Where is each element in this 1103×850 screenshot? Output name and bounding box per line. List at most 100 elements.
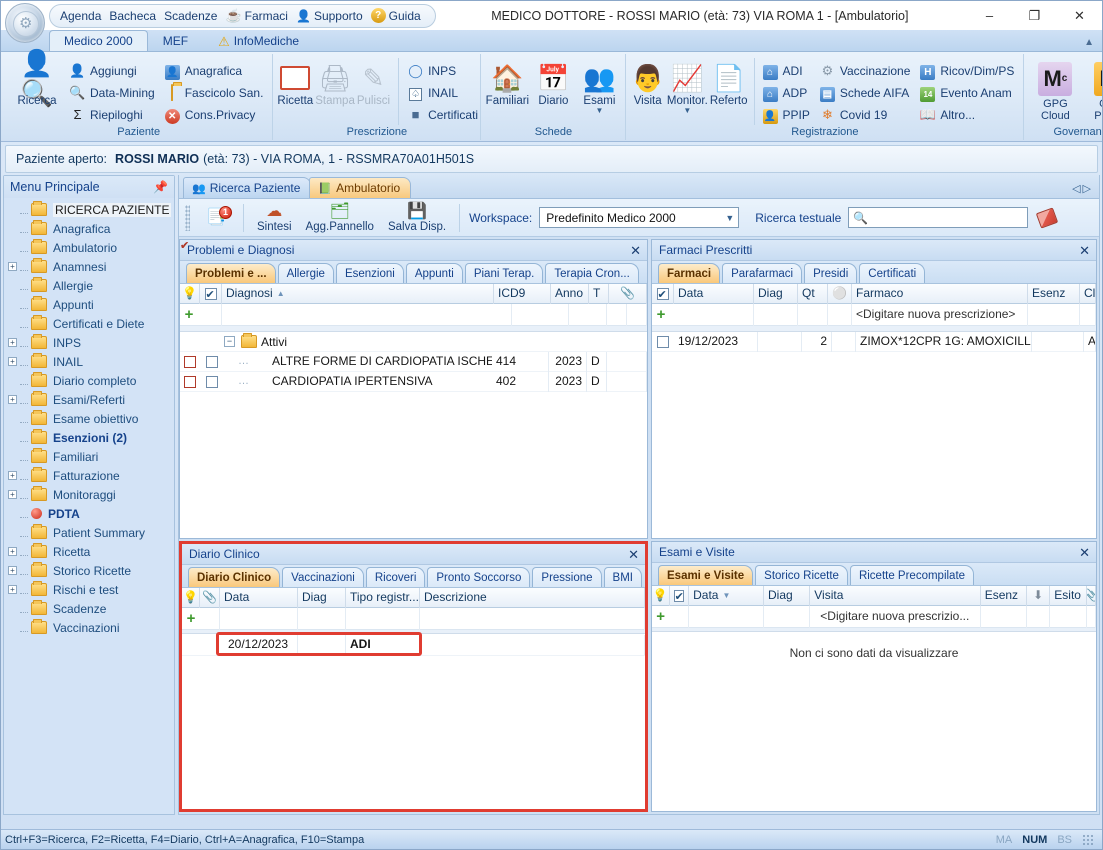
ribbon-button-schedeaifa[interactable]: ▤ Schede AIFA: [817, 82, 916, 103]
ftab-farmaci[interactable]: Farmaci: [658, 263, 721, 283]
minimize-button[interactable]: –: [967, 1, 1012, 30]
tab-ricerca-paziente[interactable]: 👥 Ricerca Paziente: [183, 177, 312, 198]
ribbon-button-consprivacy[interactable]: ✕ Cons.Privacy: [162, 104, 269, 125]
dtab-pronto-soccorso[interactable]: Pronto Soccorso: [427, 567, 531, 587]
add-row-icon[interactable]: +: [652, 307, 670, 322]
ribbon-button-altro[interactable]: 📖 Altro...: [917, 104, 1019, 125]
ptab-problemi[interactable]: Problemi e ...: [186, 263, 276, 283]
col-checkall[interactable]: [200, 283, 222, 304]
expand-toggle-icon[interactable]: +: [8, 262, 17, 271]
ptab-piani-terap[interactable]: Piani Terap.: [464, 263, 544, 283]
col-anno[interactable]: Anno: [551, 283, 589, 304]
chevron-down-icon[interactable]: ▼: [683, 107, 691, 115]
ptab-appunti[interactable]: Appunti: [405, 263, 463, 283]
sidebar-item-certificati-e-diete[interactable]: Certificati e Diete: [4, 314, 174, 333]
col-tipo-registr[interactable]: Tipo registr...: [346, 587, 420, 608]
sidebar-item-monitoraggi[interactable]: + Monitoraggi: [4, 485, 174, 504]
sidebar-item-inail[interactable]: + INAIL: [4, 352, 174, 371]
expand-toggle-icon[interactable]: +: [8, 338, 17, 347]
ribbon-tab-mef[interactable]: MEF: [148, 30, 203, 51]
ribbon-button-certificati[interactable]: ■ Certificati: [405, 104, 483, 125]
col-pill[interactable]: ⚪: [828, 283, 852, 304]
dtab-bmi[interactable]: BMI: [603, 567, 642, 587]
ptab-allergie[interactable]: Allergie: [277, 263, 334, 283]
group-collapse-toggle[interactable]: −: [224, 336, 235, 347]
expand-toggle-icon[interactable]: +: [8, 490, 17, 499]
col-diag[interactable]: Diag: [298, 587, 346, 608]
ribbon-button-anagrafica[interactable]: 👤 Anagrafica: [162, 60, 269, 81]
sidebar-item-rischi-e-test[interactable]: + Rischi e test: [4, 580, 174, 599]
ribbon-button-referto[interactable]: 📄 Referto: [710, 58, 748, 107]
search-box[interactable]: 🔍: [848, 207, 1029, 228]
workspace-select[interactable]: Predefinito Medico 2000 ▼: [539, 207, 740, 228]
ribbon-button-diario[interactable]: 📅 Diario: [531, 58, 575, 107]
sidebar-item-inps[interactable]: + INPS: [4, 333, 174, 352]
flag-checkbox[interactable]: [184, 375, 196, 388]
ribbon-button-gpg-patient[interactable]: Mc GPG Patient: [1084, 62, 1102, 122]
expand-toggle-icon[interactable]: +: [8, 547, 17, 556]
ptab-terapia-cron[interactable]: Terapia Cron...: [545, 263, 639, 283]
esami-new-row[interactable]: + <Digitare nuova prescrizio...: [652, 605, 1096, 628]
ribbon-button-adi[interactable]: ⌂ ADI: [760, 60, 815, 81]
tab-scroll-buttons[interactable]: ◁▷: [1072, 182, 1093, 195]
expand-toggle-icon[interactable]: +: [8, 585, 17, 594]
close-button[interactable]: ✕: [1057, 1, 1102, 30]
sidebar-item-pdta[interactable]: PDTA: [4, 504, 174, 523]
qat-farmaci[interactable]: ☕ Farmaci: [225, 8, 288, 24]
col-esenz[interactable]: Esenz: [1028, 283, 1080, 304]
etab-storico-ricette[interactable]: Storico Ricette: [755, 565, 848, 585]
farmaci-new-placeholder[interactable]: <Digitare nuova prescrizione>: [852, 303, 1028, 326]
table-row[interactable]: …ALTRE FORME DI CARDIOPATIA ISCHEMICA...…: [180, 351, 647, 372]
sidebar-item-anagrafica[interactable]: Anagrafica: [4, 219, 174, 238]
sidebar-item-allergie[interactable]: Allergie: [4, 276, 174, 295]
toolbar-grip[interactable]: [185, 204, 190, 231]
ribbon-button-covid19[interactable]: ❄ Covid 19: [817, 104, 916, 125]
ribbon-button-ppip[interactable]: 👤 PPIP: [760, 104, 815, 125]
sidebar-item-scadenze[interactable]: Scadenze: [4, 599, 174, 618]
col-bulb[interactable]: 💡: [652, 585, 670, 606]
close-icon[interactable]: ✕: [1079, 244, 1090, 257]
app-menu-orb[interactable]: ⚙: [5, 3, 45, 43]
ribbon-collapse-icon[interactable]: ▲: [1084, 37, 1094, 48]
resize-grip[interactable]: [1082, 833, 1094, 846]
sintesi-button[interactable]: ☁ Sintesi: [251, 200, 298, 236]
row-checkbox[interactable]: [657, 335, 669, 348]
col-diag[interactable]: Diag: [754, 283, 798, 304]
col-download[interactable]: ⬇: [1027, 585, 1051, 606]
col-diagnosi[interactable]: Diagnosi ▲: [222, 283, 494, 304]
table-row[interactable]: 19/12/2023 2 ZIMOX*12CPR 1G: AMOXICILL... A: [652, 331, 1096, 352]
ribbon-button-inail[interactable]: ♤ INAIL: [405, 82, 483, 103]
col-t[interactable]: T: [589, 283, 609, 304]
close-icon[interactable]: ✕: [628, 548, 639, 561]
ribbon-button-ricovdimps[interactable]: H Ricov/Dim/PS: [917, 60, 1019, 81]
agg-pannello-button[interactable]: 🗂 Agg.Pannello: [300, 200, 380, 236]
add-row-icon[interactable]: +: [180, 307, 198, 322]
sidebar-item-esame-obiettivo[interactable]: Esame obiettivo: [4, 409, 174, 428]
col-data[interactable]: Data: [674, 283, 754, 304]
add-row-icon[interactable]: +: [182, 611, 200, 626]
col-esenz[interactable]: Esenz: [981, 585, 1027, 606]
col-qt[interactable]: Qt: [798, 283, 828, 304]
close-icon[interactable]: ✕: [630, 244, 641, 257]
sidebar-item-familiari[interactable]: Familiari: [4, 447, 174, 466]
col-bulb[interactable]: 💡: [182, 587, 200, 608]
sidebar-item-ambulatorio[interactable]: Ambulatorio: [4, 238, 174, 257]
etab-esami-visite[interactable]: Esami e Visite: [658, 565, 754, 585]
qat-guida[interactable]: ? Guida: [370, 8, 421, 23]
ribbon-button-vaccinazione[interactable]: ⚙ Vaccinazione: [817, 60, 916, 81]
col-visita[interactable]: Visita: [810, 585, 981, 606]
dtab-ricoveri[interactable]: Ricoveri: [365, 567, 426, 587]
table-row[interactable]: …CARDIOPATIA IPERTENSIVA4022023D: [180, 371, 647, 392]
row-checkbox[interactable]: [206, 375, 218, 388]
ftab-certificati[interactable]: Certificati: [859, 263, 926, 283]
maximize-button[interactable]: ❐: [1012, 1, 1057, 30]
ribbon-button-eventoanam[interactable]: 14 Evento Anam: [917, 82, 1019, 103]
ribbon-button-esami[interactable]: 👥 Esami ▼: [577, 58, 621, 115]
qat-bacheca[interactable]: Bacheca: [109, 9, 156, 23]
col-data[interactable]: Data ▼: [689, 585, 765, 606]
sidebar-item-esenzioni-2[interactable]: Esenzioni (2): [4, 428, 174, 447]
ribbon-button-stampa[interactable]: 🖨 Stampa: [315, 58, 355, 107]
col-descrizione[interactable]: Descrizione: [420, 587, 645, 608]
sidebar-item-anamnesi[interactable]: + Anamnesi: [4, 257, 174, 276]
close-icon[interactable]: ✕: [1079, 546, 1090, 559]
